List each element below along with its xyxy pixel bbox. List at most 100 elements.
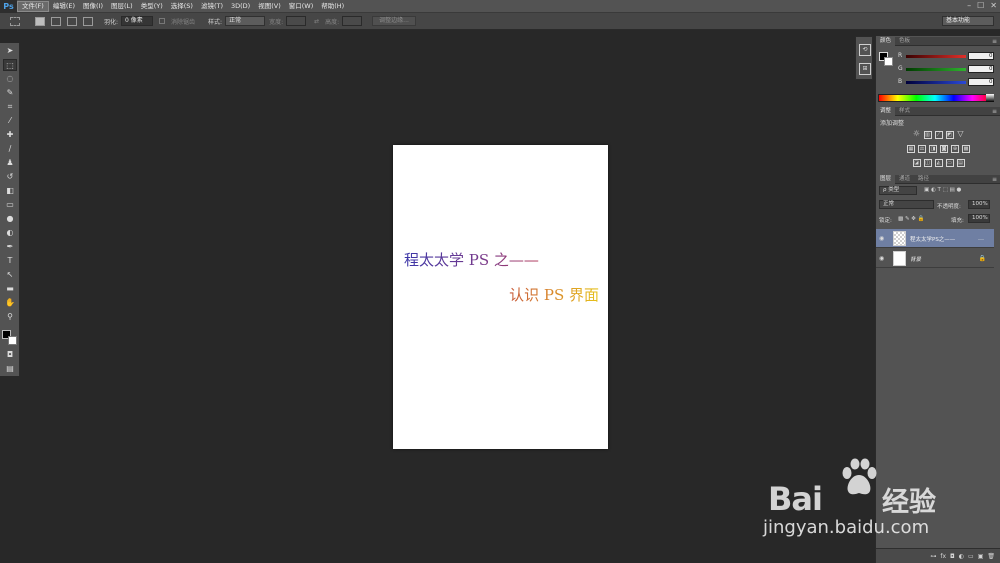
- eraser-icon[interactable]: ◧: [3, 185, 17, 197]
- menu-type[interactable]: 类型(Y): [137, 1, 167, 12]
- opacity-input[interactable]: 100%: [968, 200, 990, 209]
- feather-input[interactable]: 0 像素: [121, 16, 154, 26]
- antialias-checkbox[interactable]: [159, 18, 166, 24]
- clone-stamp-icon[interactable]: ♟: [3, 157, 17, 169]
- properties-panel-icon[interactable]: ⊞: [859, 63, 871, 75]
- tab-layers[interactable]: 图层: [876, 174, 896, 184]
- move-tool-icon[interactable]: ➤: [3, 45, 17, 57]
- lock-options-icons[interactable]: ▩ ✎ ✥ 🔒: [898, 216, 925, 222]
- color-spectrum-bar[interactable]: [878, 94, 992, 102]
- panel-menu-icon[interactable]: ≡: [992, 176, 997, 183]
- type-tool-icon[interactable]: T: [3, 255, 17, 267]
- slider-red-track[interactable]: [906, 55, 966, 58]
- menu-3d[interactable]: 3D(D): [227, 1, 254, 12]
- tab-channels[interactable]: 通道: [895, 175, 914, 184]
- quick-selection-icon[interactable]: ✎: [3, 87, 17, 99]
- panel-menu-icon[interactable]: ≡: [992, 108, 997, 115]
- add-selection-icon[interactable]: [51, 16, 61, 26]
- dodge-tool-icon[interactable]: ◐: [3, 227, 17, 239]
- brush-tool-icon[interactable]: ∕: [3, 143, 17, 155]
- hand-tool-icon[interactable]: ✋: [3, 297, 17, 309]
- slider-green-value[interactable]: 0: [968, 65, 994, 73]
- background-color-swatch[interactable]: [8, 336, 17, 345]
- tab-adjustments[interactable]: 调整: [876, 106, 896, 116]
- slider-red-value[interactable]: 0: [968, 52, 994, 60]
- style-select[interactable]: 正常: [225, 16, 266, 26]
- color-balance-icon[interactable]: ⚖: [918, 145, 926, 153]
- posterize-icon[interactable]: ◫: [923, 159, 932, 167]
- intersect-selection-icon[interactable]: [83, 16, 93, 26]
- eyedropper-icon[interactable]: ⁄: [3, 115, 17, 127]
- slider-blue-value[interactable]: 0: [968, 78, 994, 86]
- layer-filter-select[interactable]: ρ 类型: [879, 186, 917, 195]
- layer-fx-icon[interactable]: …: [978, 235, 984, 242]
- levels-icon[interactable]: ▥: [923, 131, 932, 139]
- panel-menu-icon[interactable]: ≡: [992, 38, 997, 45]
- path-selection-icon[interactable]: ↖: [3, 269, 17, 281]
- pen-tool-icon[interactable]: ✒: [3, 241, 17, 253]
- quick-mask-icon[interactable]: ◘: [3, 349, 17, 361]
- hue-saturation-icon[interactable]: ▦: [907, 145, 915, 153]
- tab-styles[interactable]: 样式: [895, 107, 914, 116]
- tab-swatches[interactable]: 色板: [895, 37, 914, 46]
- slider-red[interactable]: R 0: [898, 52, 998, 61]
- new-selection-icon[interactable]: [35, 16, 45, 26]
- slider-blue[interactable]: B 0: [898, 78, 998, 87]
- blend-mode-select[interactable]: 正常: [879, 200, 934, 209]
- slider-blue-track[interactable]: [906, 81, 966, 84]
- curves-icon[interactable]: ⟋: [934, 131, 943, 139]
- workspace-select[interactable]: 基本功能: [942, 16, 994, 26]
- tab-paths[interactable]: 路径: [914, 175, 933, 184]
- menu-window[interactable]: 窗口(W): [285, 1, 318, 12]
- width-input[interactable]: [286, 16, 307, 26]
- refine-edge-button[interactable]: 调整边缘...: [372, 16, 416, 26]
- document-canvas[interactable]: 程太太学 PS 之—— 认识 PS 界面: [393, 145, 608, 449]
- swap-icon[interactable]: ⇄: [314, 18, 319, 25]
- menu-image[interactable]: 图像(I): [79, 1, 107, 12]
- healing-brush-icon[interactable]: ✚: [3, 129, 17, 141]
- marquee-preset-icon[interactable]: [10, 16, 20, 26]
- subtract-selection-icon[interactable]: [67, 16, 77, 26]
- maximize-button[interactable]: ☐: [977, 1, 984, 10]
- eye-icon[interactable]: ◉: [879, 235, 884, 242]
- black-white-icon[interactable]: ◨: [929, 145, 937, 153]
- layer-row-background[interactable]: ◉ 背景 🔒: [876, 249, 994, 268]
- exposure-icon[interactable]: ◩: [945, 131, 954, 139]
- menu-view[interactable]: 视图(V): [254, 1, 285, 12]
- crop-tool-icon[interactable]: ⌗: [3, 101, 17, 113]
- brightness-icon[interactable]: ☼: [913, 130, 921, 139]
- height-input[interactable]: [342, 16, 363, 26]
- menu-layer[interactable]: 图层(L): [107, 1, 137, 12]
- history-panel-icon[interactable]: ⟲: [859, 44, 871, 56]
- screen-mode-icon[interactable]: ▤: [3, 363, 17, 375]
- color-lookup-icon[interactable]: ▩: [962, 145, 970, 153]
- zoom-tool-icon[interactable]: ⚲: [3, 311, 17, 323]
- menu-help[interactable]: 帮助(H): [317, 1, 348, 12]
- layer-name[interactable]: 程太太学PS之——: [910, 235, 955, 243]
- panel-background-swatch[interactable]: [884, 57, 893, 66]
- spectrum-black-white[interactable]: [986, 94, 994, 102]
- blur-tool-icon[interactable]: ●: [3, 213, 17, 225]
- layer-name[interactable]: 背景: [910, 255, 921, 263]
- gradient-tool-icon[interactable]: ▭: [3, 199, 17, 211]
- menu-select[interactable]: 选择(S): [167, 1, 197, 12]
- channel-mixer-icon[interactable]: ⊕: [951, 145, 959, 153]
- minimize-button[interactable]: –: [967, 1, 971, 10]
- vibrance-icon[interactable]: ▽: [957, 130, 965, 139]
- slider-green-track[interactable]: [906, 68, 966, 71]
- menu-edit[interactable]: 编辑(E): [49, 1, 79, 12]
- rectangular-marquee-icon[interactable]: ⬚: [3, 59, 17, 71]
- tab-color[interactable]: 颜色: [876, 36, 896, 46]
- gradient-map-icon[interactable]: ▭: [945, 159, 954, 167]
- rectangle-tool-icon[interactable]: ▬: [3, 283, 17, 295]
- history-brush-icon[interactable]: ↺: [3, 171, 17, 183]
- menu-filter[interactable]: 滤镜(T): [197, 1, 227, 12]
- close-button[interactable]: ✕: [990, 1, 997, 10]
- fill-input[interactable]: 100%: [968, 214, 990, 223]
- threshold-icon[interactable]: ◭: [934, 159, 943, 167]
- layer-row-text[interactable]: ◉ 程太太学PS之—— …: [876, 229, 994, 248]
- slider-green[interactable]: G 0: [898, 65, 998, 74]
- invert-icon[interactable]: ◪: [912, 159, 921, 167]
- layer-filter-icons[interactable]: ▣ ◐ T ⬚ ▤ ●: [924, 187, 961, 193]
- photo-filter-icon[interactable]: ◙: [940, 145, 948, 153]
